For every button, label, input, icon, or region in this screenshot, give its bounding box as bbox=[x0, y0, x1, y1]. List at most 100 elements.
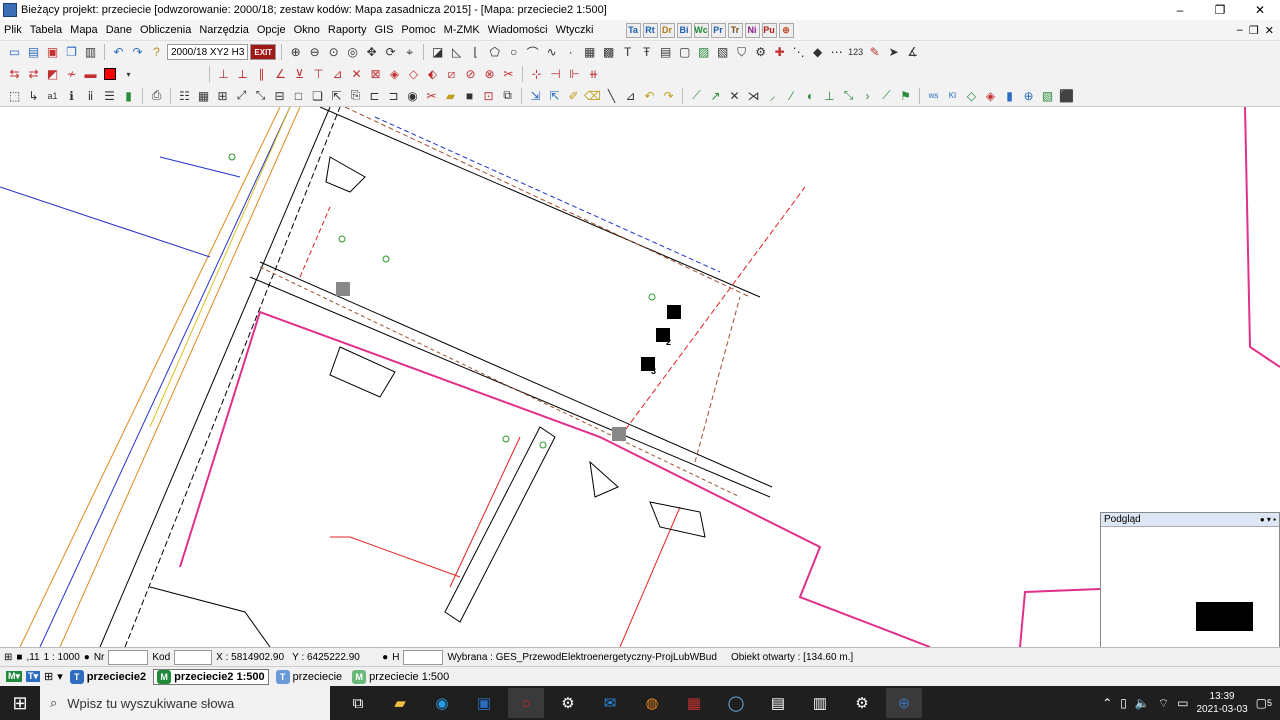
new-file-icon[interactable]: ▭ bbox=[6, 44, 23, 61]
perpendicular2-icon[interactable]: ⟂ bbox=[234, 66, 251, 83]
module-bi[interactable]: Bi bbox=[676, 22, 692, 38]
scissors-icon[interactable]: ✂ bbox=[500, 66, 517, 83]
snap-icon[interactable]: ✚ bbox=[771, 44, 788, 61]
triangle-icon[interactable]: ◺ bbox=[448, 44, 465, 61]
redo2-icon[interactable]: ↷ bbox=[660, 87, 677, 104]
minimize-button[interactable]: – bbox=[1160, 3, 1200, 17]
diamond3-icon[interactable]: ⬖ bbox=[424, 66, 441, 83]
shield-icon[interactable]: ⛉ bbox=[733, 44, 750, 61]
folder-icon[interactable]: ▰ bbox=[442, 87, 459, 104]
draw-dash-icon[interactable]: ⸝ bbox=[764, 87, 781, 104]
brush-icon[interactable]: ✐ bbox=[565, 87, 582, 104]
stack-icon[interactable]: ☷ bbox=[176, 87, 193, 104]
module-tr[interactable]: Tr bbox=[727, 22, 743, 38]
object-move-icon[interactable]: ⇄ bbox=[25, 66, 42, 83]
export2-icon[interactable]: ⇱ bbox=[546, 87, 563, 104]
chart-icon[interactable]: ▮ bbox=[120, 87, 137, 104]
draw-plus-icon[interactable]: ⊥ bbox=[821, 87, 838, 104]
taskbar-search[interactable]: ⌕ Wpisz tu wyszukiwane słowa bbox=[40, 686, 330, 720]
mdi-close-button[interactable]: ✕ bbox=[1265, 24, 1274, 37]
mail-icon[interactable]: ✉ bbox=[592, 688, 628, 718]
module-wc[interactable]: Wc bbox=[693, 22, 709, 38]
diamond-red-icon[interactable]: ◈ bbox=[982, 87, 999, 104]
select-window-icon[interactable]: ⬚ bbox=[6, 87, 23, 104]
menu-okno[interactable]: Okno bbox=[290, 24, 324, 36]
copy-object-icon[interactable]: ❏ bbox=[309, 87, 326, 104]
grid-icon[interactable]: ▦ bbox=[195, 87, 212, 104]
menu-narzedzia[interactable]: Narzędzia bbox=[195, 24, 253, 36]
offset-icon[interactable]: ⊿ bbox=[329, 66, 346, 83]
kod-field[interactable] bbox=[174, 649, 213, 665]
red-box-icon[interactable]: ⊡ bbox=[480, 87, 497, 104]
wms-icon[interactable]: ws bbox=[925, 87, 942, 104]
redo-icon[interactable]: ↷ bbox=[129, 44, 146, 61]
label-icon[interactable]: a1 bbox=[44, 87, 61, 104]
windows-start-icon[interactable]: ⊞ bbox=[0, 686, 40, 720]
mdi-restore-button[interactable]: ❐ bbox=[1249, 24, 1259, 37]
menu-opcje[interactable]: Opcje bbox=[253, 24, 290, 36]
exit-button[interactable]: EXIT bbox=[250, 44, 277, 60]
volume-icon[interactable]: 🔈 bbox=[1135, 696, 1150, 710]
rectangle-icon[interactable]: ◪ bbox=[429, 44, 446, 61]
draw-diag-icon[interactable]: ⟋ bbox=[878, 87, 895, 104]
map-icon[interactable]: ▧ bbox=[1039, 87, 1056, 104]
open-file-icon[interactable]: ▤ bbox=[25, 44, 42, 61]
tab-table-przeciecie[interactable]: Tprzeciecie bbox=[273, 669, 346, 684]
angle2-icon[interactable]: ⊿ bbox=[622, 87, 639, 104]
opera-icon[interactable]: ○ bbox=[508, 688, 544, 718]
menu-pomoc[interactable]: Pomoc bbox=[397, 24, 439, 36]
line-snap-icon[interactable]: ⋱ bbox=[790, 44, 807, 61]
menu-obliczenia[interactable]: Obliczenia bbox=[136, 24, 195, 36]
object-area-icon[interactable]: ◩ bbox=[44, 66, 61, 83]
divide-icon[interactable]: ⊩ bbox=[566, 66, 583, 83]
text-icon[interactable]: T bbox=[619, 44, 636, 61]
firefox-icon[interactable]: ◍ bbox=[634, 688, 670, 718]
task-view-icon[interactable]: ⧉ bbox=[340, 688, 376, 718]
pan-icon[interactable]: ✥ bbox=[363, 44, 380, 61]
menu-dane[interactable]: Dane bbox=[102, 24, 136, 36]
export-icon[interactable]: ▣ bbox=[44, 44, 61, 61]
app-icon-11[interactable]: ▥ bbox=[802, 688, 838, 718]
copy-icon[interactable]: ❐ bbox=[63, 44, 80, 61]
diagonal-icon[interactable]: ⤢ bbox=[233, 87, 250, 104]
frame-icon[interactable]: ▢ bbox=[676, 44, 693, 61]
object-edit-icon[interactable]: ⇆ bbox=[6, 66, 23, 83]
map-marker-1[interactable]: 1 bbox=[676, 310, 681, 320]
break-icon[interactable]: ⊘ bbox=[462, 66, 479, 83]
menu-gis[interactable]: GIS bbox=[370, 24, 397, 36]
split-vertical-icon[interactable]: ⊐ bbox=[385, 87, 402, 104]
parallel-icon[interactable]: ∥ bbox=[253, 66, 270, 83]
draw-flag-icon[interactable]: ⚑ bbox=[897, 87, 914, 104]
split-icon[interactable]: ⊣ bbox=[547, 66, 564, 83]
select-icon[interactable]: ↳ bbox=[25, 87, 42, 104]
kml-icon[interactable]: KI bbox=[944, 87, 961, 104]
draw-line-icon[interactable]: ⟋ bbox=[688, 87, 705, 104]
mdi-minimize-button[interactable]: – bbox=[1237, 24, 1243, 37]
fill-icon[interactable]: ▩ bbox=[600, 44, 617, 61]
menu-raporty[interactable]: Raporty bbox=[324, 24, 371, 36]
angle-icon[interactable]: ∡ bbox=[904, 44, 921, 61]
point-edit-icon[interactable]: ⊹ bbox=[528, 66, 545, 83]
tabs-menu-icon[interactable]: ▾ bbox=[57, 670, 63, 683]
draw-x-icon[interactable]: ✕ bbox=[726, 87, 743, 104]
extend-icon[interactable]: ⊻ bbox=[291, 66, 308, 83]
chevron-down-icon[interactable]: ▾ bbox=[120, 66, 137, 83]
line-style-icon[interactable]: ≁ bbox=[63, 66, 80, 83]
map-mode-icon[interactable]: M▾ bbox=[6, 671, 23, 682]
diamond-icon[interactable]: ◈ bbox=[386, 66, 403, 83]
tab-map-przeciecie[interactable]: Mprzeciecie 1:500 bbox=[349, 669, 452, 684]
draw-chevron-icon[interactable]: › bbox=[859, 87, 876, 104]
menu-plik[interactable]: Plik bbox=[0, 24, 26, 36]
scale-display[interactable]: 1 : 1000 bbox=[44, 652, 80, 663]
erase-icon[interactable]: ⧄ bbox=[443, 66, 460, 83]
tray-device-icon[interactable]: ▯ bbox=[1120, 696, 1127, 710]
undo2-icon[interactable]: ↶ bbox=[641, 87, 658, 104]
corner-icon[interactable]: ⌊ bbox=[467, 44, 484, 61]
app-icon-5[interactable]: ⚙ bbox=[550, 688, 586, 718]
zoom-window-icon[interactable]: ⊙ bbox=[325, 44, 342, 61]
point-icon[interactable]: · bbox=[562, 44, 579, 61]
module-pr[interactable]: Pr bbox=[710, 22, 726, 38]
clipboard-icon[interactable]: ⎘ bbox=[347, 87, 364, 104]
module-ta[interactable]: Ta bbox=[625, 22, 641, 38]
printer-icon[interactable]: ⎙ bbox=[148, 87, 165, 104]
